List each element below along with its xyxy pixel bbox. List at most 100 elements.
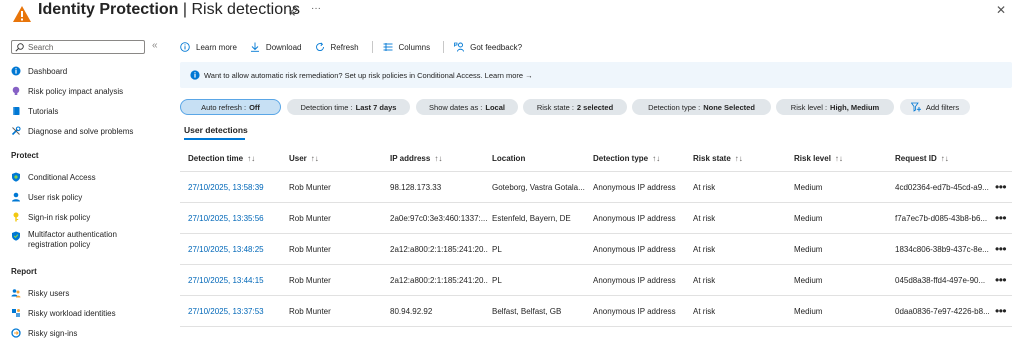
filter-label: Risk state : [536,102,574,112]
filter-show-dates[interactable]: Show dates as : Local [416,99,518,115]
refresh-button[interactable]: Refresh [315,42,359,52]
ip-address-cell: 98.128.173.33 [390,183,442,192]
row-more-icon[interactable]: ••• [995,180,1007,194]
sidebar-item-tutorials[interactable]: Tutorials [11,104,58,118]
download-label: Download [265,42,302,52]
risk-level-cell: Medium [794,307,823,316]
row-more-icon[interactable]: ••• [995,242,1007,256]
table-row[interactable]: 27/10/2025, 13:48:25 Rob Munter 2a12:a80… [180,234,1012,265]
info-circle-icon [11,66,21,76]
sidebar-item-conditional-access[interactable]: Conditional Access [11,170,96,184]
table-row[interactable]: 27/10/2025, 13:44:15 Rob Munter 2a12:a80… [180,265,1012,296]
filter-value: High, Medium [830,102,880,112]
more-options-icon[interactable]: ··· [311,3,321,14]
sidebar-item-risky-workload-identities[interactable]: Risky workload identities [11,306,116,320]
table-row[interactable]: 27/10/2025, 13:37:53 Rob Munter 80.94.92… [180,296,1012,327]
sidebar-item-label: Conditional Access [28,172,96,182]
add-filters-button[interactable]: Add filters [900,99,970,115]
column-header-detection-time[interactable]: Detection time ↑↓ [188,154,255,163]
column-header-ip-address[interactable]: IP address ↑↓ [390,154,442,163]
sidebar-item-label: Diagnose and solve problems [28,126,134,136]
search-placeholder: Search [28,43,54,52]
detection-time-link[interactable]: 27/10/2025, 13:58:39 [188,183,264,192]
ip-address-cell: 2a0e:97c0:3e3:460:1337:... [390,214,488,223]
sort-icon: ↑↓ [734,154,743,163]
banner-text[interactable]: Want to allow automatic risk remediation… [204,71,533,80]
sidebar-item-dashboard[interactable]: Dashboard [11,64,67,78]
sort-icon: ↑↓ [834,154,843,163]
arrow-right-icon: → [525,71,533,80]
filter-risk-state[interactable]: Risk state :2 selected [523,99,627,115]
sidebar-item-label-group: Multifactor authentication registration p… [28,230,117,250]
pin-icon[interactable] [289,6,299,16]
detection-time-link[interactable]: 27/10/2025, 13:35:56 [188,214,264,223]
filter-detection-time[interactable]: Detection time : Last 7 days [287,99,410,115]
detection-time-link[interactable]: 27/10/2025, 13:48:25 [188,245,264,254]
risk-level-cell: Medium [794,183,823,192]
columns-label: Columns [398,42,431,52]
users-icon [11,289,21,298]
column-header-label: Request ID [895,154,937,163]
column-header-user[interactable]: User ↑↓ [289,154,319,163]
location-cell: PL [492,276,502,285]
table-row[interactable]: 27/10/2025, 13:58:39 Rob Munter 98.128.1… [180,172,1012,203]
filter-auto-refresh[interactable]: Auto refresh : Off [180,99,281,115]
filter-value: Local [485,102,505,112]
risk-state-cell: At risk [693,183,716,192]
user-cell: Rob Munter [289,183,331,192]
column-header-risk-state[interactable]: Risk state ↑↓ [693,154,743,163]
sidebar-item-label: User risk policy [28,192,83,202]
detection-time-link[interactable]: 27/10/2025, 13:37:53 [188,307,264,316]
column-header-location[interactable]: Location [492,154,525,163]
column-header-risk-level[interactable]: Risk level ↑↓ [794,154,843,163]
info-circle-icon [190,70,200,80]
learn-more-label: Learn more [196,42,237,52]
section-report: Report [11,267,37,276]
sidebar-item-risk-policy-impact[interactable]: Risk policy impact analysis [11,84,123,98]
feedback-label: Got feedback? [470,42,523,52]
columns-button[interactable]: Columns [383,42,431,52]
filter-detection-type[interactable]: Detection type : None Selected [632,99,771,115]
sidebar: Search « Dashboard Risk policy impact an… [0,36,170,340]
request-id-cell: 0daa0836-7e97-4226-b8... [895,307,990,316]
download-button[interactable]: Download [250,42,302,52]
feedback-icon [454,42,465,52]
sidebar-item-diagnose[interactable]: Diagnose and solve problems [11,124,133,138]
toolbar-divider [443,41,445,53]
filter-label: Detection time : [300,102,353,112]
title-bold: Identity Protection [38,1,179,18]
detection-type-cell: Anonymous IP address [593,307,676,316]
sidebar-search-input[interactable]: Search [11,40,145,54]
filter-label: Detection type : [648,102,701,112]
row-more-icon[interactable]: ••• [995,211,1007,225]
sort-icon: ↑↓ [434,154,443,163]
detection-time-link[interactable]: 27/10/2025, 13:44:15 [188,276,264,285]
ip-address-cell: 2a12:a800:2:1:185:241:20... [390,276,488,285]
filter-risk-level[interactable]: Risk level : High, Medium [776,99,894,115]
workload-icon [12,309,20,317]
close-icon[interactable]: ✕ [996,3,1006,17]
table-row[interactable]: 27/10/2025, 13:35:56 Rob Munter 2a0e:97c… [180,203,1012,234]
sidebar-item-risky-users[interactable]: Risky users [11,286,69,300]
tab-user-detections[interactable]: User detections [184,125,248,135]
row-more-icon[interactable]: ••• [995,273,1007,287]
feedback-button[interactable]: Got feedback? [454,42,522,52]
columns-icon [383,43,393,51]
sidebar-item-signin-risk-policy[interactable]: Sign-in risk policy [11,210,90,224]
sidebar-item-mfa-registration[interactable]: Multifactor authentication registration p… [11,230,117,254]
risk-state-cell: At risk [693,276,716,285]
page-header: Identity Protection | Risk detections ··… [0,0,1024,28]
column-header-request-id[interactable]: Request ID ↑↓ [895,154,949,163]
learn-more-button[interactable]: Learn more [180,42,237,52]
sidebar-item-risky-signins[interactable]: Risky sign-ins [11,326,77,340]
column-header-detection-type[interactable]: Detection type ↑↓ [593,154,660,163]
row-more-icon[interactable]: ••• [995,304,1007,318]
sidebar-item-label: Risky sign-ins [28,328,78,338]
sidebar-item-label: Risky users [28,288,70,298]
risk-level-cell: Medium [794,276,823,285]
request-id-cell: 045d8a38-ffd4-497e-90... [895,276,986,285]
sidebar-item-user-risk-policy[interactable]: User risk policy [11,190,82,204]
collapse-sidebar-icon[interactable]: « [152,40,158,51]
title-rest: Risk detections [191,1,301,18]
filter-label: Risk level : [790,102,828,112]
